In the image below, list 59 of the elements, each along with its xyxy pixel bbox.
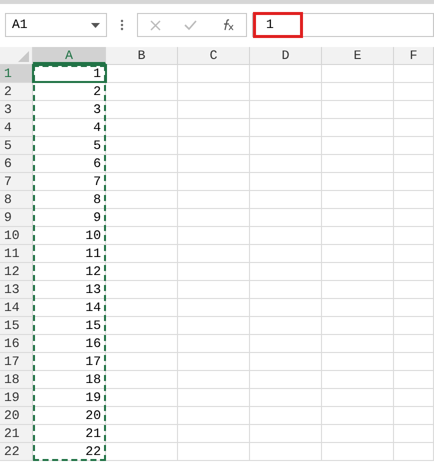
table-cell[interactable]: 21 bbox=[33, 425, 106, 442]
table-cell[interactable]: 5 bbox=[33, 137, 106, 154]
row-header[interactable]: 17 bbox=[0, 353, 33, 370]
row-header[interactable]: 18 bbox=[0, 371, 33, 388]
row-header[interactable]: 10 bbox=[0, 227, 33, 244]
table-cell[interactable]: 22 bbox=[33, 443, 106, 460]
column-header[interactable]: E bbox=[322, 47, 394, 64]
checkmark-icon[interactable] bbox=[184, 20, 197, 30]
row-header[interactable]: 20 bbox=[0, 407, 33, 424]
cell-reference: A1 bbox=[12, 16, 28, 34]
table-cell[interactable]: 4 bbox=[33, 119, 106, 136]
row-header[interactable]: 2 bbox=[0, 83, 33, 100]
table-cell[interactable]: 18 bbox=[33, 371, 106, 388]
dropdown-caret-icon bbox=[91, 22, 100, 28]
name-box[interactable]: A1 bbox=[5, 13, 107, 37]
row-header[interactable]: 21 bbox=[0, 425, 33, 442]
row-header[interactable]: 12 bbox=[0, 263, 33, 280]
table-cell[interactable]: 1 bbox=[33, 65, 106, 82]
row-header[interactable]: 1 bbox=[0, 65, 33, 82]
table-cell[interactable]: 7 bbox=[33, 173, 106, 190]
table-cell[interactable]: 19 bbox=[33, 389, 106, 406]
table-cell[interactable]: 17 bbox=[33, 353, 106, 370]
column-header[interactable]: F bbox=[394, 47, 434, 64]
more-options-icon[interactable] bbox=[120, 19, 124, 31]
table-cell[interactable]: 6 bbox=[33, 155, 106, 172]
row-header[interactable]: 9 bbox=[0, 209, 33, 226]
formula-value: 1 bbox=[253, 12, 303, 38]
row-header[interactable]: 11 bbox=[0, 245, 33, 262]
column-header[interactable]: C bbox=[178, 47, 250, 64]
row-header[interactable]: 5 bbox=[0, 137, 33, 154]
row-header[interactable]: 4 bbox=[0, 119, 33, 136]
row-header[interactable]: 3 bbox=[0, 101, 33, 118]
cancel-icon[interactable] bbox=[150, 20, 161, 30]
column-header[interactable]: D bbox=[250, 47, 322, 64]
row-header[interactable]: 14 bbox=[0, 299, 33, 316]
select-all-icon[interactable] bbox=[18, 51, 29, 62]
row-header[interactable]: 7 bbox=[0, 173, 33, 190]
table-cell[interactable]: 12 bbox=[33, 263, 106, 280]
table-cell[interactable]: 11 bbox=[33, 245, 106, 262]
table-cell[interactable]: 16 bbox=[33, 335, 106, 352]
row-header[interactable]: 13 bbox=[0, 281, 33, 298]
row-header[interactable]: 19 bbox=[0, 389, 33, 406]
row-header[interactable]: 22 bbox=[0, 443, 33, 460]
table-cell[interactable]: 3 bbox=[33, 101, 106, 118]
table-cell[interactable]: 9 bbox=[33, 209, 106, 226]
table-cell[interactable]: 14 bbox=[33, 299, 106, 316]
row-header[interactable]: 16 bbox=[0, 335, 33, 352]
table-cell[interactable]: 15 bbox=[33, 317, 106, 334]
formula-input[interactable]: 1 bbox=[252, 13, 434, 37]
table-cell[interactable]: 13 bbox=[33, 281, 106, 298]
row-header[interactable]: 15 bbox=[0, 317, 33, 334]
column-header[interactable]: A bbox=[33, 47, 106, 64]
table-cell[interactable]: 8 bbox=[33, 191, 106, 208]
table-cell[interactable]: 10 bbox=[33, 227, 106, 244]
table-cell[interactable]: 2 bbox=[33, 83, 106, 100]
table-cell[interactable]: 20 bbox=[33, 407, 106, 424]
row-header[interactable]: 6 bbox=[0, 155, 33, 172]
row-header[interactable]: 8 bbox=[0, 191, 33, 208]
column-header[interactable]: B bbox=[106, 47, 178, 64]
